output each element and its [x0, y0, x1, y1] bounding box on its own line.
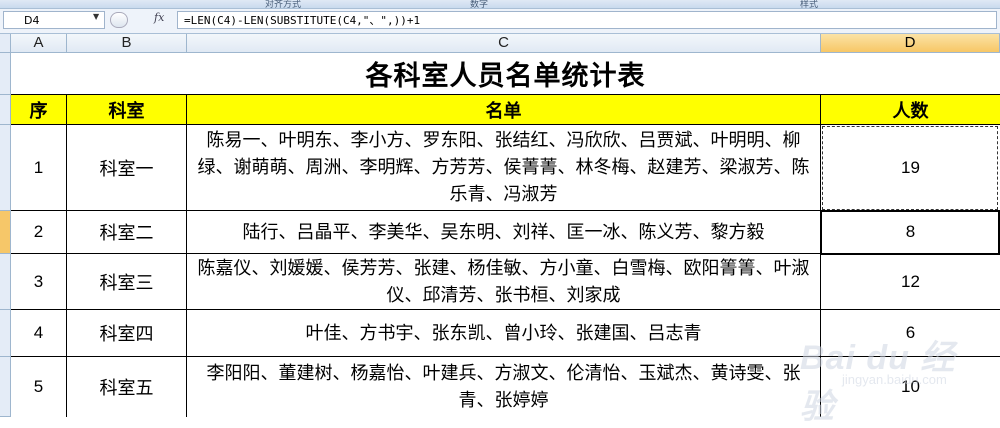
expand-formula-button[interactable] — [110, 12, 128, 28]
insert-function-icon[interactable]: fx — [154, 11, 164, 24]
row-dept[interactable]: 科室五 — [67, 357, 187, 417]
ribbon-group-alignment[interactable]: 对齐方式 — [265, 0, 301, 8]
header-seq[interactable]: 序 — [11, 95, 67, 125]
ribbon-group-number[interactable]: 数字 — [470, 0, 488, 8]
row-header-2[interactable] — [0, 95, 11, 125]
formula-bar: D4 ▼ fx =LEN(C4)-LEN(SUBSTITUTE(C4,"、",)… — [0, 9, 1000, 34]
row-header-1[interactable] — [0, 53, 11, 95]
row-header-6[interactable] — [0, 310, 11, 357]
row-names[interactable]: 陆行、吕晶平、李美华、吴东明、刘祥、匡一冰、陈义芳、黎方毅 — [187, 211, 821, 254]
sheet-title[interactable]: 各科室人员名单统计表 — [11, 53, 1000, 95]
row-count[interactable]: 6 — [821, 310, 1000, 357]
row-count[interactable]: 12 — [821, 254, 1000, 310]
ribbon-strip: 对齐方式 数字 样式 — [0, 0, 1000, 9]
row-names[interactable]: 陈易一、叶明东、李小方、罗东阳、张结红、冯欣欣、吕贾斌、叶明明、柳绿、谢萌萌、周… — [187, 125, 821, 211]
row-header-4[interactable] — [0, 211, 11, 254]
formula-input[interactable]: =LEN(C4)-LEN(SUBSTITUTE(C4,"、",))+1 — [177, 11, 997, 29]
row-count[interactable]: 10 — [821, 357, 1000, 417]
column-header-b[interactable]: B — [67, 34, 187, 53]
row-seq[interactable]: 4 — [11, 310, 67, 357]
header-names[interactable]: 名单 — [187, 95, 821, 125]
row-seq[interactable]: 2 — [11, 211, 67, 254]
formula-controls: fx — [110, 11, 170, 29]
row-names[interactable]: 叶佳、方书宇、张东凯、曾小玲、张建国、吕志青 — [187, 310, 821, 357]
column-header-d[interactable]: D — [821, 34, 1000, 53]
row-seq[interactable]: 5 — [11, 357, 67, 417]
ribbon-group-styles[interactable]: 样式 — [800, 0, 818, 8]
row-dept[interactable]: 科室三 — [67, 254, 187, 310]
row-header-5[interactable] — [0, 254, 11, 310]
row-names[interactable]: 陈嘉仪、刘媛媛、侯芳芳、张建、杨佳敏、方小童、白雪梅、欧阳箐箐、叶淑仪、邱清芳、… — [187, 254, 821, 310]
row-count[interactable]: 19 — [821, 125, 1000, 211]
row-names[interactable]: 李阳阳、董建树、杨嘉怡、叶建兵、方淑文、伦清怡、玉斌杰、黄诗雯、张青、张婷婷 — [187, 357, 821, 417]
row-dept[interactable]: 科室四 — [67, 310, 187, 357]
name-box[interactable]: D4 — [3, 11, 105, 29]
header-dept[interactable]: 科室 — [67, 95, 187, 125]
row-dept[interactable]: 科室一 — [67, 125, 187, 211]
select-all-corner[interactable] — [0, 34, 11, 53]
row-seq[interactable]: 3 — [11, 254, 67, 310]
row-header-7[interactable] — [0, 357, 11, 417]
column-header-a[interactable]: A — [11, 34, 67, 53]
header-count[interactable]: 人数 — [821, 95, 1000, 125]
row-count[interactable]: 8 — [821, 211, 1000, 254]
column-header-c[interactable]: C — [187, 34, 821, 53]
row-seq[interactable]: 1 — [11, 125, 67, 211]
row-dept[interactable]: 科室二 — [67, 211, 187, 254]
name-box-dropdown-icon[interactable]: ▼ — [93, 12, 99, 21]
row-header-3[interactable] — [0, 125, 11, 211]
